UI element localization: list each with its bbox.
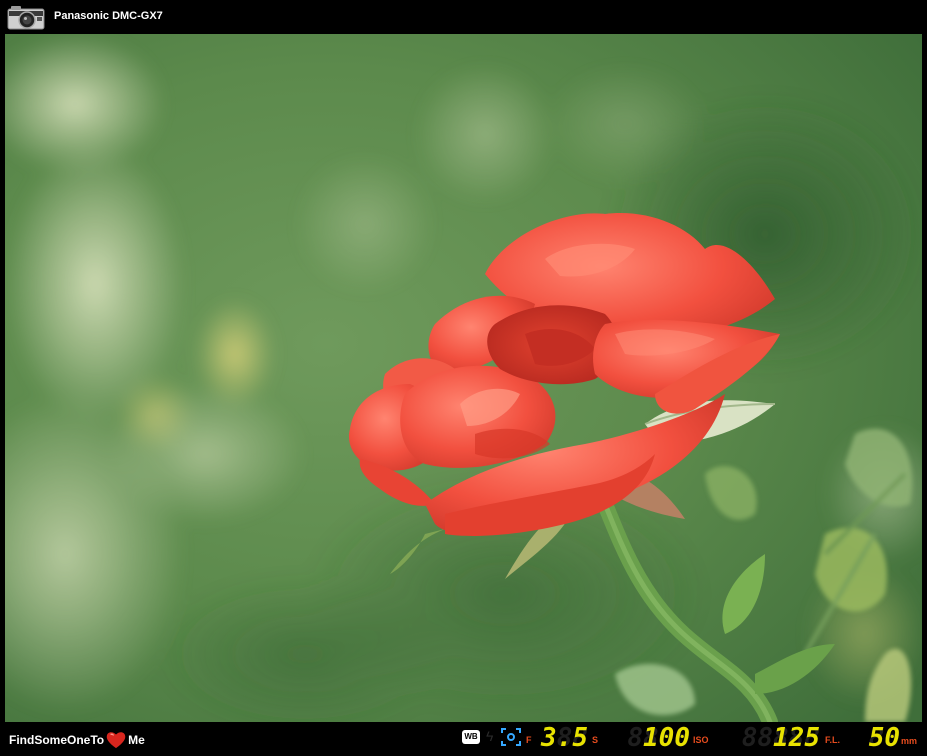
aperture-label: F <box>526 735 532 745</box>
brand-left: FindSomeOneTo <box>9 733 105 747</box>
brand-right: Me <box>128 733 145 747</box>
focal-length-display: 88 50 <box>868 723 900 753</box>
camera-model: Panasonic DMC-GX7 <box>54 10 163 22</box>
iso-label: ISO <box>693 735 709 745</box>
camera-icon <box>7 6 45 30</box>
iso-value: 125 <box>773 723 820 753</box>
focal-length-value: 50 <box>868 723 900 753</box>
focal-unit: mm <box>901 736 918 746</box>
white-balance-icon: WB <box>462 730 480 744</box>
heart-icon <box>106 732 126 749</box>
watermark: FindSomeOneTo Me <box>9 730 145 750</box>
shutter-label: S <box>592 735 599 745</box>
focal-length-label: F.L. <box>825 735 840 745</box>
iso-display: 88888 125 <box>741 723 820 753</box>
shutter-value: 100 <box>643 723 690 753</box>
flash-off-icon: ϟ <box>486 728 494 744</box>
metering-icon <box>501 728 521 746</box>
title-bar: Panasonic DMC-GX7 <box>0 0 927 34</box>
shutter-display: 8888 100 <box>627 723 690 753</box>
aperture-value: 3.5 <box>541 723 588 753</box>
exif-bar: FindSomeOneTo Me WB ϟ F 88 3.5 S 8888 10… <box>0 722 927 756</box>
rose-photo <box>5 34 922 722</box>
rose-image <box>5 34 922 722</box>
aperture-display: 88 3.5 <box>541 723 588 753</box>
